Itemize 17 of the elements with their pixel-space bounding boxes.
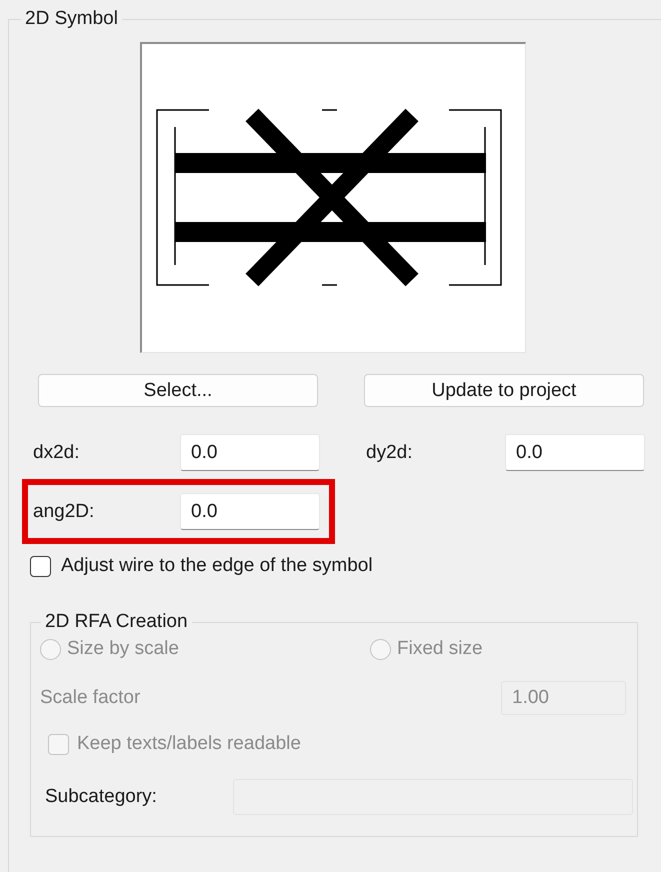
input-field[interactable]: 0.0: [180, 493, 320, 530]
checkbox[interactable]: [30, 556, 51, 576]
checkbox-label: Keep texts/labels readable: [77, 733, 301, 755]
radio-label: Size by scale: [67, 638, 179, 660]
field-label: dy2d:: [366, 442, 414, 464]
field-label: Subcategory:: [45, 786, 157, 808]
input-field[interactable]: 0.0: [180, 434, 320, 471]
checkbox-label: Adjust wire to the edge of the symbol: [61, 555, 373, 577]
push-button[interactable]: Update to project: [364, 374, 644, 407]
radio-label: Fixed size: [397, 638, 483, 660]
group-title: 2D RFA Creation: [44, 611, 189, 633]
field-label: ang2D:: [33, 500, 96, 522]
push-button[interactable]: Select...: [38, 374, 318, 407]
field-label: dx2d:: [33, 442, 80, 464]
input-field[interactable]: 0.0: [505, 434, 645, 471]
group-title: 2D Symbol: [24, 8, 119, 30]
field-label: Scale factor: [40, 687, 140, 709]
